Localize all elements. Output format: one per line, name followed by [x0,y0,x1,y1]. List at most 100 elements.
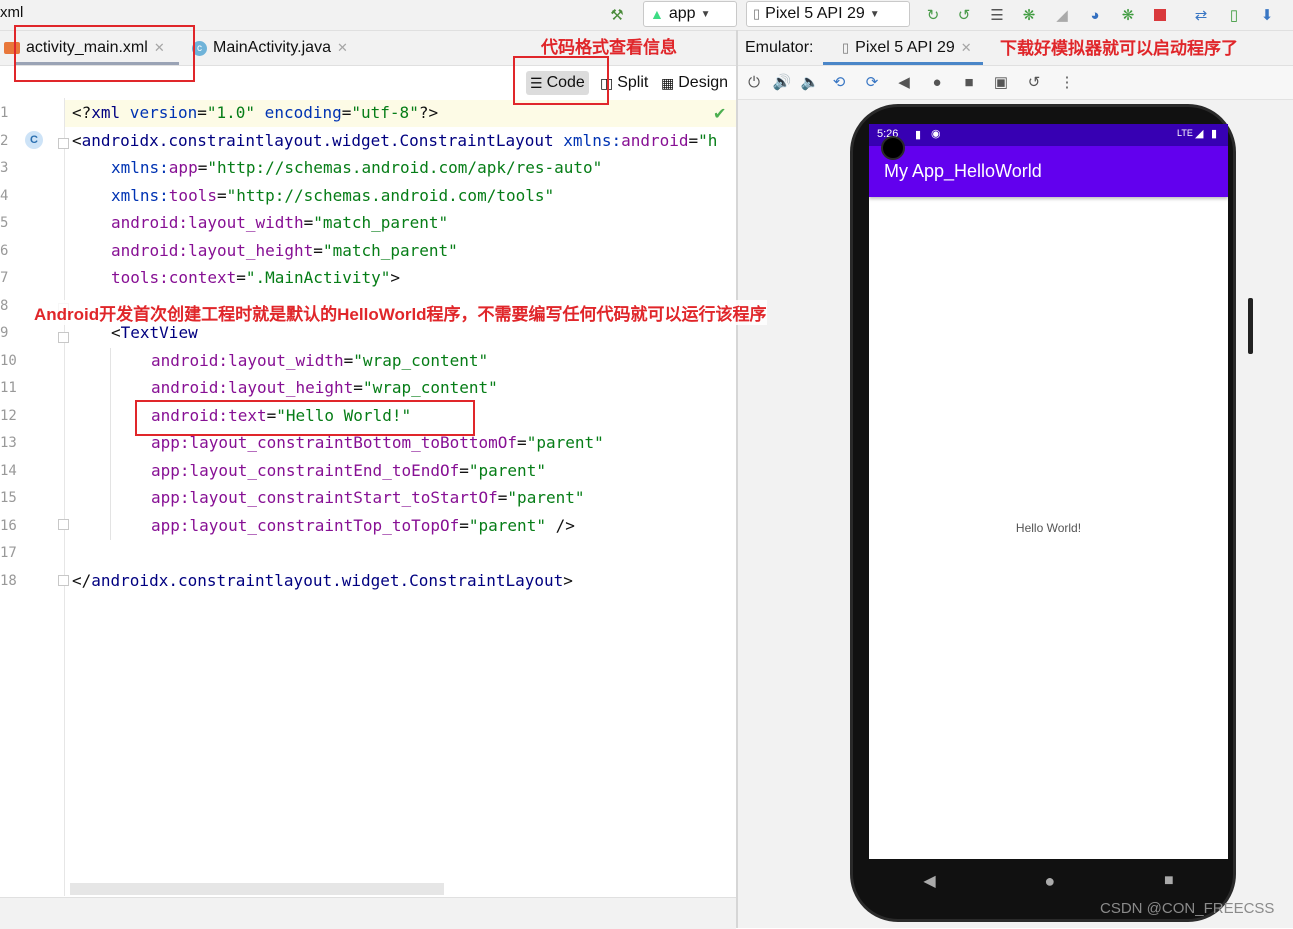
hello-world-text: Hello World! [1015,521,1082,535]
code-line-3: xmlns:app="http://schemas.android.com/ap… [111,158,603,177]
signal-icon: ◢ [1195,128,1204,140]
stop-icon[interactable] [1150,5,1170,25]
annotation-box-code-view [513,56,609,105]
debug-bug-icon[interactable]: ❋ [1019,5,1039,25]
image-icon: ▦ [661,74,675,91]
horizontal-scrollbar[interactable] [70,883,444,895]
chevron-down-icon: ▼ [700,8,711,20]
build-hammer-icon[interactable]: ⚒ [607,5,627,25]
line-number: 10 [0,353,17,369]
rotate-left-icon[interactable]: ⟲ [829,72,849,92]
code-line-9: <TextView [111,323,198,342]
profile-icon[interactable]: ◢ [1052,5,1072,25]
home-icon[interactable]: ● [927,72,947,92]
line-number: 12 [0,408,17,424]
device-manager-icon[interactable]: ▯ [1224,5,1244,25]
annotation-box-text-attr [135,400,475,436]
line-number: 17 [0,545,17,561]
fold-marker[interactable] [58,519,69,530]
status-bar: 5:26 ▮ ◉ LTE ◢ ▮ [869,124,1228,146]
bottom-status-bar [0,897,736,929]
overview-icon[interactable]: ■ [959,72,979,92]
line-number: 9 [0,325,9,341]
phone-screen[interactable]: 5:26 ▮ ◉ LTE ◢ ▮ My App_HelloWorld Hello… [869,124,1228,859]
line-number: 8 [0,298,9,314]
attach-debugger-icon[interactable]: ❋ [1118,5,1138,25]
line-number: 4 [0,188,9,204]
more-options-icon[interactable]: ⋮ [1057,72,1077,92]
line-number: 6 [0,243,9,259]
tab-main-activity-java[interactable]: c MainActivity.java ✕ [192,31,348,65]
line-number: 11 [0,380,17,396]
annotation-box-file-tab [14,25,195,82]
back-icon[interactable]: ◀ [923,871,935,891]
split-view-label: Split [617,74,649,91]
sync-gradle-icon[interactable]: ⇄ [1191,5,1211,25]
phone-nav-bar: ◀ ● ■ [869,859,1228,903]
line-number: 15 [0,490,17,506]
battery-icon: ▮ [1211,128,1218,140]
volume-up-icon[interactable]: 🔊 [772,72,792,92]
line-number: 13 [0,435,17,451]
home-icon[interactable]: ● [1044,871,1055,892]
status-network: LTE [1177,128,1193,138]
close-icon[interactable]: ✕ [961,40,972,56]
android-icon: ▲ [650,6,664,22]
profiler-gauge-icon[interactable]: ◕ [1085,5,1105,25]
code-line-15: app:layout_constraintStart_toStartOf="pa… [151,488,585,507]
line-number: 5 [0,215,9,231]
tab-emulator-device[interactable]: ▯ Pixel 5 API 29 ✕ [842,31,972,65]
annotation-code-view-note: 代码格式查看信息 [541,38,677,57]
code-line-6: android:layout_height="match_parent" [111,241,458,260]
breadcrumb[interactable]: xml [0,4,23,21]
close-icon[interactable]: ✕ [337,40,348,56]
power-icon[interactable]: ⏻ [744,72,764,92]
design-view-label: Design [678,74,729,91]
rotate-right-icon[interactable]: ⟳ [862,72,882,92]
line-number: 14 [0,463,17,479]
back-icon[interactable]: ◀ [894,72,914,92]
code-line-2: <androidx.constraintlayout.widget.Constr… [72,131,718,150]
code-line-16: app:layout_constraintTop_toTopOf="parent… [151,516,575,535]
phone-side-button[interactable] [1248,298,1253,354]
code-line-7: tools:context=".MainActivity"> [111,268,401,287]
front-camera [881,136,905,160]
run-config-dropdown[interactable]: ▲ app ▼ [643,1,737,27]
overview-icon[interactable]: ■ [1164,872,1174,890]
app-title: My App_HelloWorld [884,161,1042,181]
fold-marker[interactable] [58,332,69,343]
class-gutter-icon[interactable]: C [25,131,43,149]
run-config-label: app [668,5,696,22]
apply-changes-restart-icon[interactable]: ↻ [923,5,943,25]
line-number: 2 [0,133,9,149]
line-number: 18 [0,573,17,589]
line-number: 3 [0,160,9,176]
device-dropdown[interactable]: ▯ Pixel 5 API 29 ▼ [746,1,910,27]
code-line-1: <?xml version="1.0" encoding="utf-8"?> [72,103,439,122]
chevron-down-icon: ▼ [869,8,880,20]
list-icon[interactable]: ☰ [987,5,1007,25]
sd-card-icon: ▮ [915,129,922,141]
code-line-5: android:layout_width="match_parent" [111,213,449,232]
checkmark-icon: ✔ [713,106,727,123]
annotation-main-note: Android开发首次创建工程时就是默认的HelloWorld程序，不需要编写任… [34,300,767,325]
fold-marker[interactable] [58,575,69,586]
camera-icon[interactable]: ▣ [991,72,1011,92]
indent-guide [110,348,111,540]
line-number: 16 [0,518,17,534]
tab-label: Pixel 5 API 29 [855,39,955,56]
volume-down-icon[interactable]: 🔈 [800,72,820,92]
line-number: 1 [0,105,9,121]
design-view-button[interactable]: ▦ Design [657,71,732,95]
sdk-manager-icon[interactable]: ⬇ [1257,5,1277,25]
notification-icon: ◉ [931,128,941,140]
active-tab-indicator [823,62,983,65]
device-label: Pixel 5 API 29 [765,5,865,22]
snapshot-icon[interactable]: ↺ [1024,72,1044,92]
apply-code-changes-icon[interactable]: ↺ [954,5,974,25]
phone-device-icon: ▯ [753,6,761,21]
fold-marker[interactable] [58,138,69,149]
code-line-14: app:layout_constraintEnd_toEndOf="parent… [151,461,546,480]
code-line-4: xmlns:tools="http://schemas.android.com/… [111,186,555,205]
emulator-toolbar [738,66,1293,100]
